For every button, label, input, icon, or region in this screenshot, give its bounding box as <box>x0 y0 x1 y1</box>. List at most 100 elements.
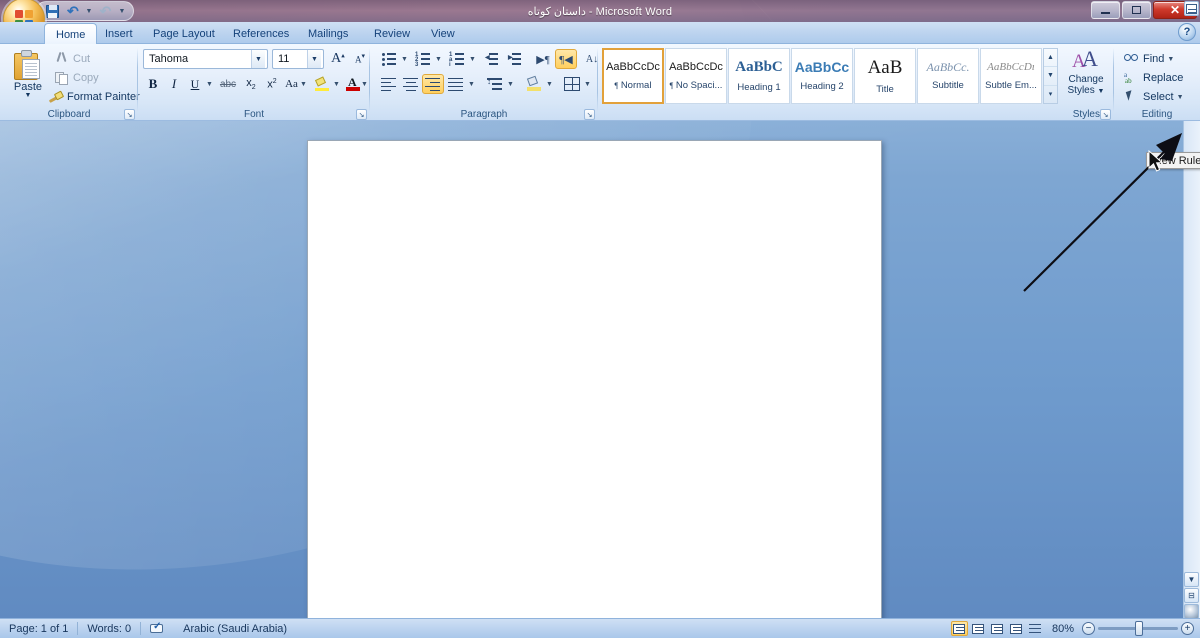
subscript-button[interactable]: x2 <box>241 74 261 94</box>
copy-button[interactable]: Copy <box>50 68 103 88</box>
zoom-in-button[interactable]: + <box>1181 622 1194 635</box>
styles-gallery-scroll[interactable]: ▲ ▼ ▾ <box>1043 48 1058 104</box>
decrease-indent-button[interactable]: ◀ <box>482 49 504 69</box>
numbering-button[interactable]: 123 <box>412 49 434 69</box>
font-dialog-launcher[interactable]: ↘ <box>356 109 367 120</box>
help-button[interactable]: ? <box>1178 23 1196 41</box>
tab-references[interactable]: References <box>222 23 300 44</box>
borders-dropdown[interactable]: ▼ <box>582 74 593 94</box>
select-button[interactable]: Select ▼ <box>1120 87 1188 107</box>
style-card-subtitle[interactable]: AaBbCc. Subtitle <box>917 48 979 104</box>
view-full-screen-reading-button[interactable] <box>970 621 987 636</box>
italic-button[interactable]: I <box>164 74 184 94</box>
multilevel-list-dropdown[interactable]: ▼ <box>467 49 478 69</box>
view-web-layout-button[interactable] <box>989 621 1006 636</box>
multilevel-list-button[interactable]: 1ai <box>446 49 468 69</box>
restore-button[interactable] <box>1122 1 1151 19</box>
align-center-button[interactable] <box>400 74 422 94</box>
numbering-dropdown[interactable]: ▼ <box>433 49 444 69</box>
redo-button[interactable]: ↶ <box>96 3 115 20</box>
cut-button[interactable]: Cut <box>50 49 94 69</box>
underline-dropdown[interactable]: ▼ <box>204 74 215 94</box>
status-language[interactable]: Arabic (Saudi Arabia) <box>174 620 296 638</box>
styles-more-button[interactable]: ▾ <box>1044 86 1057 103</box>
view-print-layout-button[interactable] <box>950 621 968 636</box>
bullets-button[interactable] <box>378 49 400 69</box>
minimize-button[interactable] <box>1091 1 1120 19</box>
style-card-no-spacing[interactable]: AaBbCcDc ¶ No Spaci... <box>665 48 727 104</box>
rtl-text-direction-button[interactable]: ¶◀ <box>555 49 577 69</box>
superscript-button[interactable]: x2 <box>262 74 282 94</box>
styles-scroll-up-button[interactable]: ▲ <box>1044 49 1057 68</box>
change-styles-button[interactable]: AA Change Styles ▼ <box>1062 46 1110 110</box>
save-button[interactable] <box>43 3 62 20</box>
document-page[interactable] <box>307 140 882 618</box>
vertical-scrollbar[interactable] <box>1183 121 1200 618</box>
font-size-combo[interactable]: 11 ▼ <box>272 49 324 69</box>
styles-dialog-launcher[interactable]: ↘ <box>1100 109 1111 120</box>
font-name-combo[interactable]: Tahoma ▼ <box>143 49 268 69</box>
shrink-font-button[interactable]: A▾ <box>350 49 370 69</box>
line-spacing-dropdown[interactable]: ▼ <box>505 74 516 94</box>
customize-qat-button[interactable]: ▼ <box>116 3 128 20</box>
status-words[interactable]: Words: 0 <box>78 620 140 638</box>
paragraph-dialog-launcher[interactable]: ↘ <box>584 109 595 120</box>
scroll-down-button[interactable]: ▼ <box>1184 572 1199 587</box>
justify-dropdown[interactable]: ▼ <box>466 74 477 94</box>
style-card-heading-1[interactable]: AaBbC Heading 1 <box>728 48 790 104</box>
justify-button[interactable] <box>445 74 467 94</box>
document-area[interactable] <box>0 121 1200 618</box>
align-left-button[interactable] <box>378 74 400 94</box>
clipboard-dialog-launcher[interactable]: ↘ <box>124 109 135 120</box>
underline-button[interactable]: U <box>185 74 205 94</box>
status-right-cluster: 80% − + <box>950 621 1200 636</box>
highlight-color-dropdown[interactable]: ▼ <box>331 74 342 94</box>
tab-mailings[interactable]: Mailings <box>297 23 359 44</box>
chevron-down-icon[interactable]: ▼ <box>251 50 265 68</box>
undo-button[interactable]: ↷ <box>63 3 82 20</box>
borders-button[interactable] <box>561 74 583 94</box>
tab-home[interactable]: Home <box>44 23 98 45</box>
previous-page-button[interactable]: ⊟ <box>1184 588 1199 603</box>
tab-view[interactable]: View <box>420 23 466 44</box>
change-case-button[interactable]: Aa ▼ <box>283 74 309 94</box>
chevron-down-icon: ▼ <box>118 7 126 15</box>
replace-button[interactable]: a ab Replace <box>1120 68 1187 88</box>
format-painter-button[interactable]: Format Painter <box>44 87 144 107</box>
tab-insert[interactable]: Insert <box>94 23 144 44</box>
scrollbar-track[interactable] <box>1185 121 1200 618</box>
highlight-color-button[interactable] <box>312 74 332 94</box>
bullets-dropdown[interactable]: ▼ <box>399 49 410 69</box>
style-card-subtle-emphasis[interactable]: AaBbCcDı Subtle Em... <box>980 48 1042 104</box>
grow-font-button[interactable]: A▴ <box>328 49 348 69</box>
zoom-thumb[interactable] <box>1135 621 1143 636</box>
view-ruler-button[interactable] <box>1184 1 1199 16</box>
zoom-track[interactable] <box>1098 621 1178 636</box>
chevron-down-icon[interactable]: ▼ <box>307 50 321 68</box>
style-card-title[interactable]: AaB Title <box>854 48 916 104</box>
styles-scroll-down-button[interactable]: ▼ <box>1044 67 1057 86</box>
status-page[interactable]: Page: 1 of 1 <box>0 620 77 638</box>
strikethrough-button[interactable]: abc <box>217 74 239 94</box>
style-card-heading-2[interactable]: AaBbCc Heading 2 <box>791 48 853 104</box>
view-draft-button[interactable] <box>1027 621 1044 636</box>
view-outline-button[interactable] <box>1008 621 1025 636</box>
shading-dropdown[interactable]: ▼ <box>544 74 555 94</box>
align-right-button[interactable] <box>422 74 444 94</box>
find-button[interactable]: Find ▼ <box>1120 49 1178 69</box>
zoom-out-button[interactable]: − <box>1082 622 1095 635</box>
zoom-percentage[interactable]: 80% <box>1046 623 1080 635</box>
increase-indent-button[interactable]: ▶ <box>505 49 527 69</box>
select-browse-object-button[interactable] <box>1184 604 1199 619</box>
shading-button[interactable] <box>523 74 545 94</box>
line-spacing-button[interactable]: ↕ <box>484 74 506 94</box>
undo-dropdown[interactable]: ▼ <box>83 3 95 20</box>
tab-page-layout[interactable]: Page Layout <box>142 23 226 44</box>
bold-button[interactable]: B <box>143 74 163 94</box>
zoom-slider[interactable]: − + <box>1082 621 1194 636</box>
status-proofing[interactable]: ✓ <box>141 620 174 638</box>
style-card-normal[interactable]: AaBbCcDc ¶ Normal <box>602 48 664 104</box>
ltr-text-direction-button[interactable]: ▶¶ <box>532 49 554 69</box>
paste-button[interactable]: Paste ▼ <box>8 48 48 110</box>
tab-review[interactable]: Review <box>363 23 421 44</box>
